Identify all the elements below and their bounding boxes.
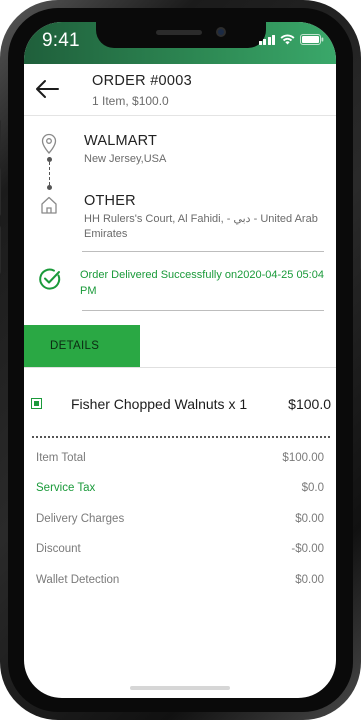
route-connector [49,157,50,185]
front-camera [216,27,226,37]
summary-value: $100.00 [282,452,324,464]
location-pin-icon [40,133,58,160]
order-title: ORDER #0003 [92,73,193,89]
check-circle-icon [38,267,62,296]
status-bar: 9:41 [24,22,336,64]
app-screen: 9:41 ORDER #0003 1 Item, $100.0 WALMART … [24,22,336,698]
summary-row-discount: Discount -$0.00 [24,543,336,563]
tab-bar-divider [24,367,336,368]
delivery-route: WALMART New Jersey,USA OTHER HH Rulers's… [24,117,336,257]
divider [82,251,324,252]
status-time: 9:41 [42,30,80,51]
summary-label: Delivery Charges [36,513,125,525]
tab-details[interactable]: DETAILS [24,325,140,367]
summary-row-service-tax: Service Tax $0.0 [24,482,336,502]
drop-address: HH Rulers's Court, Al Fahidi, - دبي - Un… [84,213,318,240]
veg-indicator-icon [31,398,42,409]
signal-icon [258,34,275,45]
summary-value: $0.0 [301,482,324,494]
wifi-icon [280,34,295,45]
summary-value: $0.00 [295,513,324,525]
item-name: Fisher Chopped Walnuts x 1 [71,396,248,412]
summary-label: Item Total [36,452,86,464]
speaker-grille [156,30,202,35]
order-subtitle: 1 Item, $100.0 [92,94,169,108]
summary-value: $0.00 [295,574,324,586]
summary-row-delivery-charges: Delivery Charges $0.00 [24,513,336,533]
dotted-separator [32,436,330,438]
back-arrow-icon [36,80,59,98]
summary-label: Wallet Detection [36,574,120,586]
list-item: Fisher Chopped Walnuts x 1 $100.0 [24,390,336,420]
divider [82,310,324,311]
home-indicator[interactable] [130,686,230,690]
home-icon [40,195,58,220]
drop-name: OTHER [84,193,136,209]
notch [96,22,266,48]
mute-switch [0,120,1,148]
summary-value: -$0.00 [291,543,324,555]
status-icons [258,34,325,45]
battery-icon [300,34,324,45]
route-dot-bottom [47,185,52,190]
item-price: $100.0 [288,396,331,412]
summary-row-wallet-detection: Wallet Detection $0.00 [24,574,336,594]
delivery-status-text: Order Delivered Successfully on2020-04-2… [80,269,324,297]
volume-down-button [0,226,1,274]
pickup-name: WALMART [84,133,158,149]
order-header: ORDER #0003 1 Item, $100.0 [24,64,336,116]
summary-row-item-total: Item Total $100.00 [24,452,336,472]
pickup-address: New Jersey,USA [84,153,167,165]
volume-up-button [0,168,1,216]
phone-frame: 9:41 ORDER #0003 1 Item, $100.0 WALMART … [0,0,361,720]
back-button[interactable] [34,78,60,100]
summary-label: Discount [36,543,81,555]
summary-label: Service Tax [36,482,96,494]
